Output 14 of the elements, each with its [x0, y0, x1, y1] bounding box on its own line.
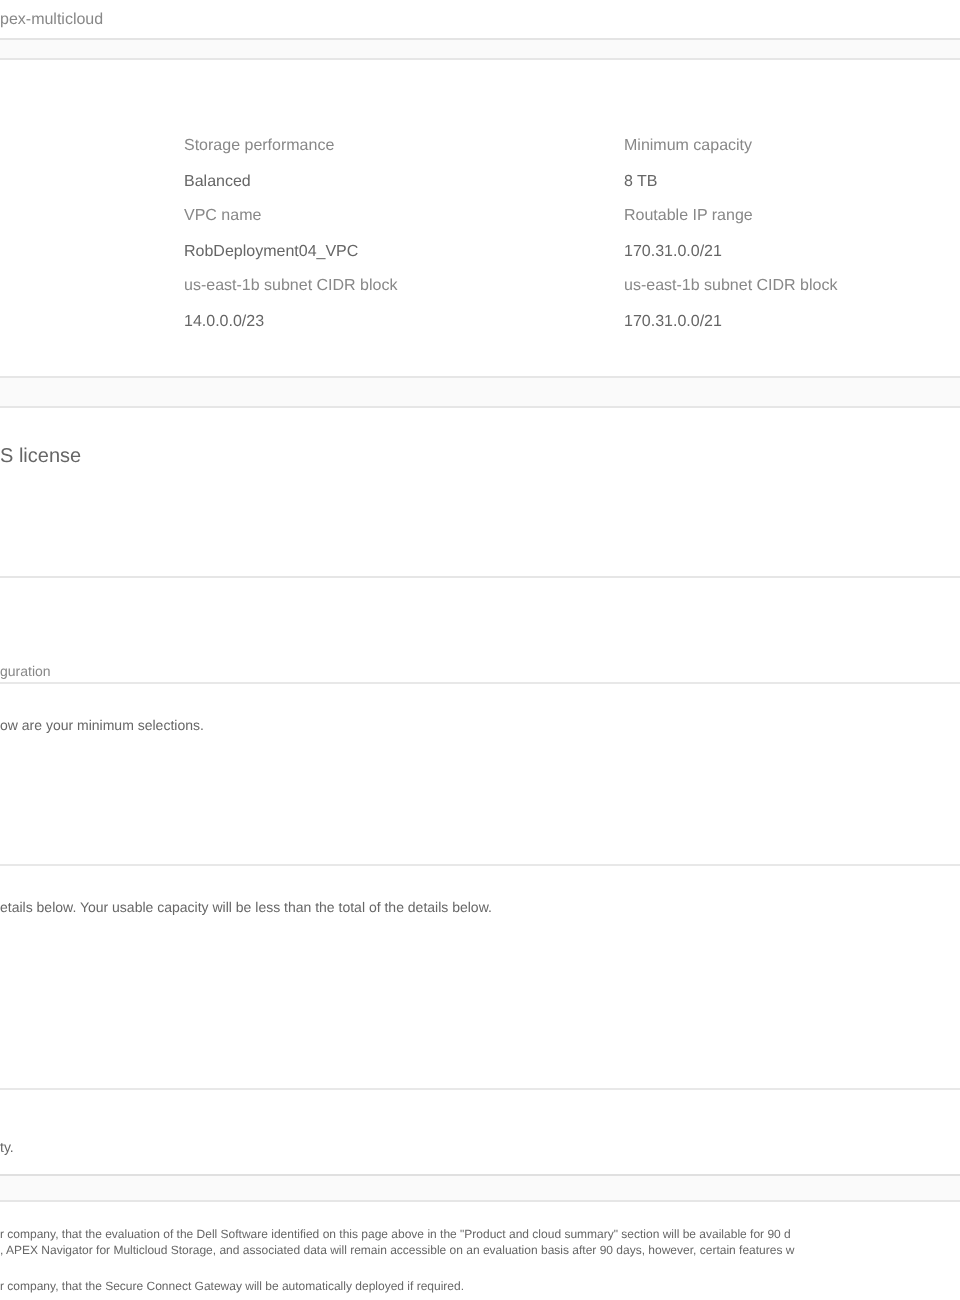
field-label: us-east-1b subnet CIDR block [184, 276, 400, 294]
field-value: 170.31.0.0/21 [624, 312, 724, 330]
field-value: RobDeployment04_VPC [184, 242, 361, 260]
input-field[interactable]: pex-multicloud [0, 0, 960, 40]
field-value: 170.31.0.0/21 [624, 242, 724, 260]
field-value: Balanced [184, 172, 253, 190]
field-value: 14.0.0.0/23 [184, 312, 267, 330]
field-label: VPC name [184, 206, 264, 224]
field-value: 8 TB [624, 172, 660, 190]
field-label: us-east-1b subnet CIDR block [624, 276, 840, 294]
field-label: Routable IP range [624, 206, 755, 224]
field-label: Minimum capacity [624, 136, 755, 154]
section-heading: S license [0, 446, 82, 468]
field-label: Storage performance [184, 136, 337, 154]
